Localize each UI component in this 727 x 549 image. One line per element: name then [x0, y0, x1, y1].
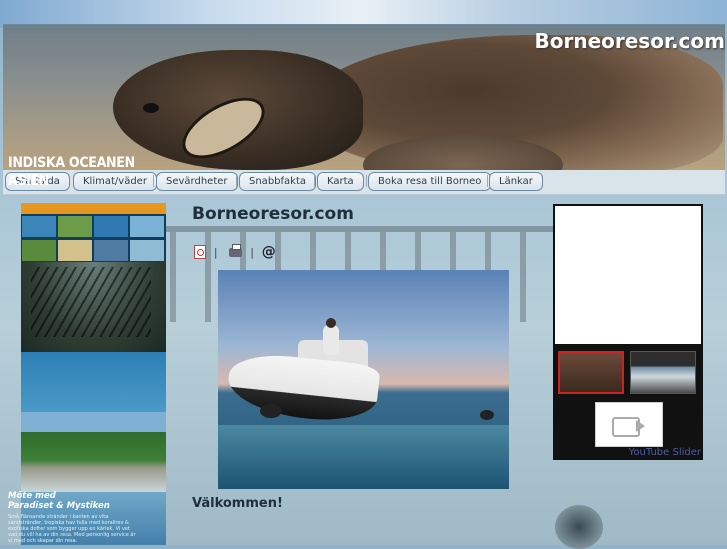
ad-subtitle-line1: Möte med	[8, 491, 56, 501]
welcome-heading: Välkommen!	[192, 496, 283, 511]
video-camera-icon[interactable]	[595, 402, 663, 447]
nav-separator	[314, 175, 315, 187]
ad-island-image	[21, 412, 166, 492]
video-thumbnail-active[interactable]	[558, 351, 624, 394]
page-title: Borneoresor.com	[192, 204, 354, 224]
nav-separator	[366, 175, 367, 187]
diver-background-image	[555, 505, 603, 549]
nav-item-sevardheter[interactable]: Sevärdheter	[156, 172, 238, 191]
person-head	[326, 318, 336, 328]
ad-title: INDISKA OCEANEN ASIEN	[8, 154, 135, 190]
youtube-slider-label[interactable]: YouTube Slider	[629, 447, 701, 458]
header-banner: Borneoresor.com	[3, 24, 725, 171]
ad-thumbnail-grid	[21, 214, 166, 262]
turtle-eye	[143, 103, 159, 113]
ad-palm-image	[21, 262, 166, 352]
email-icon[interactable]: @	[262, 244, 276, 260]
nav-item-boka-resa[interactable]: Boka resa till Borneo	[368, 172, 492, 191]
nav-separator	[487, 175, 488, 187]
print-icon[interactable]	[229, 243, 243, 257]
ad-title-line2: ASIEN	[8, 173, 50, 189]
camera-lens	[636, 420, 645, 432]
person-on-boat	[323, 325, 339, 355]
article-tools: | | @	[194, 243, 276, 260]
video-thumbnail[interactable]	[630, 351, 696, 394]
youtube-slider: YouTube Slider	[553, 204, 703, 460]
water-surface	[218, 425, 509, 489]
ad-sea-image	[21, 352, 166, 412]
tool-separator: |	[250, 245, 254, 259]
site-title: Borneoresor.com	[534, 29, 725, 53]
nav-item-karta[interactable]: Karta	[317, 172, 364, 191]
nav-item-snabbfakta[interactable]: Snabbfakta	[239, 172, 316, 191]
nav-separator	[153, 175, 154, 187]
main-photo	[218, 270, 509, 489]
ad-top-stripe	[21, 203, 166, 214]
snorkeler	[480, 410, 494, 420]
nav-item-lankar[interactable]: Länkar	[489, 172, 543, 191]
nav-separator	[236, 175, 237, 187]
snorkeler	[260, 404, 282, 418]
pdf-icon[interactable]	[194, 245, 206, 259]
tool-separator: |	[213, 245, 218, 259]
video-screen[interactable]	[555, 206, 701, 344]
ad-small-text: Små flänsande stränder i kanten av vita …	[8, 514, 136, 544]
ad-subtitle: Möte med Paradiset & Mystiken	[8, 491, 110, 511]
ad-title-line1: INDISKA OCEANEN	[8, 155, 135, 171]
ad-subtitle-line2: Paradiset & Mystiken	[8, 501, 110, 511]
